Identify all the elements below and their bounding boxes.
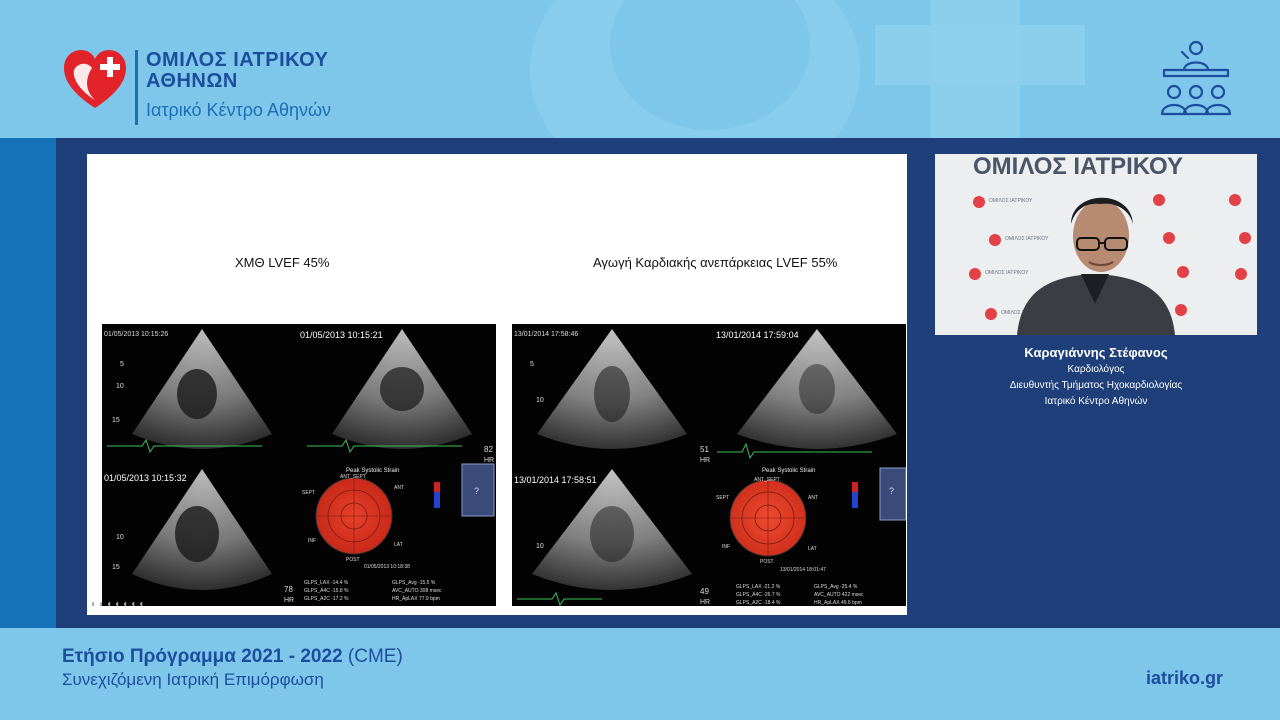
svg-text:ANT_SEPT: ANT_SEPT (340, 474, 366, 480)
svg-text:SEPT: SEPT (716, 495, 729, 501)
svg-text:LAT: LAT (394, 542, 403, 548)
svg-text:GLPS_A2C -17.2 %: GLPS_A2C -17.2 % (304, 596, 349, 602)
timestamp-2: 13/01/2014 17:59:04 (716, 330, 799, 340)
svg-text:INF: INF (722, 544, 730, 550)
strain-footer-date: 01/05/2013 10:18:38 (364, 564, 410, 570)
strain-footer-date: 13/01/2014 18:01:47 (780, 567, 826, 573)
timestamp-1: 13/01/2014 17:58:46 (514, 331, 578, 338)
speaker-video: ΟΜΙΛΟΣ ΙΑΤΡΙΚΟΥ ΟΜΙΛΟΣ ΙΑΤΡΙΚΟΥ ΟΜΙΛΟΣ Ι… (935, 154, 1257, 335)
svg-text:10: 10 (536, 397, 544, 404)
logo-text-line2: ΑΘΗΝΩΝ (146, 70, 238, 92)
svg-text:GLPS_A4C -26.7 %: GLPS_A4C -26.7 % (736, 592, 781, 598)
timestamp-1: 01/05/2013 10:15:26 (104, 331, 168, 338)
timestamp-3: 01/05/2013 10:15:32 (104, 473, 187, 483)
program-subtitle: Συνεχιζόμενη Ιατρική Επιμόρφωση (62, 670, 324, 689)
svg-text:HR: HR (284, 597, 294, 604)
echo-image-right: 13/01/2014 17:58:46 13/01/2014 17:59:04 … (512, 324, 906, 606)
hr-value-2: 78 (284, 585, 293, 594)
svg-text:ANT_SEPT: ANT_SEPT (754, 477, 780, 483)
svg-text:ΟΜΙΛΟΣ ΙΑΤΡΙΚΟΥ: ΟΜΙΛΟΣ ΙΑΤΡΙΚΟΥ (985, 270, 1029, 276)
svg-text:GLPS_A2C -18.4 %: GLPS_A2C -18.4 % (736, 600, 781, 606)
svg-text:HR: HR (700, 599, 710, 606)
svg-text:?: ? (889, 486, 894, 496)
slide-controls[interactable]: ◐◐◐◐◐◐◐ (91, 599, 147, 610)
speaker-affiliation: Ιατρικό Κέντρο Αθηνών (1044, 396, 1148, 407)
svg-text:ΟΜΙΛΟΣ ΙΑΤΡΙΚΟΥ: ΟΜΙΛΟΣ ΙΑΤΡΙΚΟΥ (1005, 236, 1049, 242)
logo-subtitle: Ιατρικό Κέντρο Αθηνών (146, 100, 332, 120)
svg-text:AVC_AUTO 308 msec: AVC_AUTO 308 msec (392, 588, 442, 594)
svg-text:10: 10 (536, 543, 544, 550)
echo-image-left: 01/05/2013 10:15:26 01/05/2013 10:15:21 … (102, 324, 496, 606)
svg-text:15: 15 (112, 564, 120, 571)
website-link[interactable]: iatriko.gr (1146, 668, 1223, 689)
svg-text:POST: POST (346, 557, 360, 563)
speaker-face (1073, 200, 1129, 272)
hr-value-1: 51 (700, 445, 709, 454)
audience-podium-icon (1160, 40, 1232, 116)
slide-label-left: ΧΜΘ LVEF 45% (235, 255, 330, 270)
svg-text:?: ? (474, 486, 479, 496)
svg-text:HR_ApLAX 49.6 bpm: HR_ApLAX 49.6 bpm (814, 600, 862, 606)
backdrop-text: ΟΜΙΛΟΣ ΙΑΤΡΙΚΟΥ (973, 154, 1183, 180)
svg-text:POST: POST (760, 559, 774, 565)
program-title: Ετήσιο Πρόγραμμα 2021 - 2022 (CME) (62, 646, 403, 667)
svg-text:SEPT: SEPT (302, 490, 315, 496)
hr-value-1: 82 (484, 445, 493, 454)
heart-cross-logo-icon (64, 50, 126, 108)
hr-value-2: 49 (700, 587, 709, 596)
strain-title: Peak Systolic Strain (762, 468, 815, 474)
timestamp-3: 13/01/2014 17:58:51 (514, 475, 597, 485)
svg-text:ANT: ANT (808, 495, 818, 501)
svg-text:HR: HR (700, 457, 710, 464)
svg-text:INF: INF (308, 538, 316, 544)
svg-text:10: 10 (116, 534, 124, 541)
svg-text:HR_ApLAX 77.9 bpm: HR_ApLAX 77.9 bpm (392, 596, 440, 602)
svg-text:LAT: LAT (808, 546, 817, 552)
logo-divider (135, 50, 138, 125)
speaker-role: Καρδιολόγος (1067, 364, 1125, 375)
svg-text:GLPS_LAX -21.2 %: GLPS_LAX -21.2 % (736, 584, 781, 590)
speaker-position: Διευθυντής Τμήματος Ηχοκαρδιολογίας (1009, 380, 1183, 391)
svg-text:ANT: ANT (394, 485, 404, 491)
svg-text:AVC_AUTO 422 msec: AVC_AUTO 422 msec (814, 592, 864, 598)
svg-text:ΟΜΙΛΟΣ ΙΑΤΡΙΚΟΥ: ΟΜΙΛΟΣ ΙΑΤΡΙΚΟΥ (989, 198, 1033, 204)
svg-text:10: 10 (116, 383, 124, 390)
header-cross-decoration (875, 25, 1085, 85)
logo-text-line1: ΟΜΙΛΟΣ ΙΑΤΡΙΚΟΥ (146, 49, 329, 71)
svg-text:HR: HR (484, 457, 494, 464)
svg-text:GLPS_LAX -14.4 %: GLPS_LAX -14.4 % (304, 580, 349, 586)
presentation-slide: ΧΜΘ LVEF 45% Αγωγή Καρδιακής ανεπάρκειας… (87, 154, 907, 615)
speaker-name: Καραγιάννης Στέφανος (1024, 345, 1168, 360)
svg-text:5: 5 (530, 361, 534, 368)
slide-label-right: Αγωγή Καρδιακής ανεπάρκειας LVEF 55% (593, 255, 838, 270)
svg-text:GLPS_Avg -25.4 %: GLPS_Avg -25.4 % (814, 584, 858, 590)
timestamp-2: 01/05/2013 10:15:21 (300, 330, 383, 340)
left-accent-stripe (0, 138, 56, 628)
svg-text:GLPS_A4C -15.8 %: GLPS_A4C -15.8 % (304, 588, 349, 594)
svg-text:GLPS_Avg -15.5 %: GLPS_Avg -15.5 % (392, 580, 436, 586)
svg-text:5: 5 (120, 361, 124, 368)
svg-text:15: 15 (112, 417, 120, 424)
